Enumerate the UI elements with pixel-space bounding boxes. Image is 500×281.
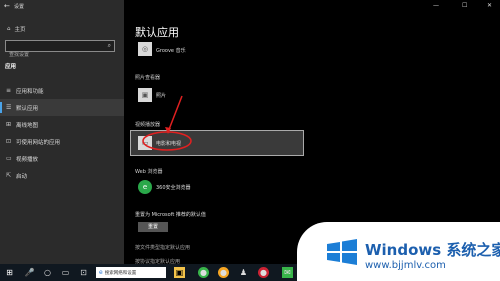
- sidebar-home-label: 主页: [14, 27, 26, 33]
- sidebar-item-default-apps[interactable]: ☰ 默认应用: [0, 99, 124, 116]
- voice-search-icon[interactable]: 🎤: [24, 267, 35, 278]
- title-bar-right: [124, 0, 500, 12]
- default-apps-icon: ☰: [6, 104, 12, 111]
- close-button[interactable]: ✕: [487, 2, 492, 9]
- map-icon: ⊞: [6, 121, 12, 128]
- sidebar-item-apps-for-websites[interactable]: ⊡ 可使用网站的应用: [0, 133, 124, 150]
- green-app-icon[interactable]: ●: [198, 267, 209, 278]
- cortana-pin-icon[interactable]: ⊡: [78, 267, 89, 278]
- sidebar-nav: ≡ 应用和功能 ☰ 默认应用 ⊞ 离线地图 ⊡ 可使用网站的应用 ▭ 视频播放 …: [0, 82, 124, 184]
- wechat-icon[interactable]: ✉: [282, 267, 293, 278]
- watermark-url: www.bjjmlv.com: [365, 260, 446, 271]
- sidebar-item-label: 视频播放: [16, 156, 39, 163]
- sidebar-item-apps-features[interactable]: ≡ 应用和功能: [0, 82, 124, 99]
- sidebar-item-label: 离线地图: [16, 122, 39, 129]
- video-icon: ▭: [6, 155, 12, 162]
- sidebar-item-label: 默认应用: [16, 105, 39, 112]
- folder-app-icon[interactable]: ▣: [174, 267, 185, 278]
- windows-logo-icon: [327, 239, 357, 265]
- sidebar-item-label: 应用和功能: [16, 88, 44, 95]
- sidebar-item-startup[interactable]: ⇱ 启动: [0, 167, 124, 184]
- edge-icon: e: [99, 269, 103, 276]
- red-app-icon[interactable]: ●: [258, 267, 269, 278]
- task-view-icon[interactable]: ▭: [60, 267, 71, 278]
- watermark-overlay: Windows 系统之家 www.bjjmlv.com: [297, 222, 500, 281]
- sidebar: ⌂ 主页 ⌕ 应用 ≡ 应用和功能 ☰ 默认应用 ⊞ 离线地图 ⊡ 可使用网站的…: [0, 12, 124, 264]
- sidebar-item-label: 启动: [16, 173, 28, 180]
- window-title: 设置: [14, 4, 25, 10]
- search-icon[interactable]: ⌕: [108, 42, 111, 50]
- home-icon: ⌂: [7, 26, 11, 32]
- back-arrow-icon[interactable]: ←: [4, 2, 10, 10]
- website-icon: ⊡: [6, 138, 12, 145]
- sidebar-item-video-playback[interactable]: ▭ 视频播放: [0, 150, 124, 167]
- sidebar-item-label: 可使用网站的应用: [16, 139, 61, 146]
- minimize-button[interactable]: —: [433, 2, 439, 9]
- maximize-button[interactable]: ☐: [462, 2, 467, 9]
- watermark-text: Windows 系统之家: [365, 241, 500, 259]
- sidebar-item-offline-maps[interactable]: ⊞ 离线地图: [0, 116, 124, 133]
- startup-icon: ⇱: [6, 172, 12, 179]
- search-box: ⌕: [5, 40, 115, 60]
- annotation-circle: [142, 131, 192, 151]
- orange-app-icon[interactable]: ●: [218, 267, 229, 278]
- sidebar-home[interactable]: ⌂ 主页: [7, 25, 26, 33]
- penguin-app-icon[interactable]: ♟: [238, 267, 249, 278]
- annotation-arrowhead: [165, 127, 171, 134]
- taskbar-search-placeholder: 搜索网络和设置: [104, 270, 137, 276]
- annotation-arrow: [167, 95, 183, 133]
- taskbar-search[interactable]: e 搜索网络和设置: [96, 267, 166, 278]
- title-bar: ← 设置 — ☐ ✕: [0, 0, 500, 12]
- cortana-icon[interactable]: ○: [42, 267, 53, 278]
- start-windows-icon[interactable]: ⊞: [4, 267, 15, 278]
- search-input[interactable]: [6, 50, 96, 60]
- section-heading: 应用: [5, 64, 17, 70]
- list-icon: ≡: [6, 87, 12, 94]
